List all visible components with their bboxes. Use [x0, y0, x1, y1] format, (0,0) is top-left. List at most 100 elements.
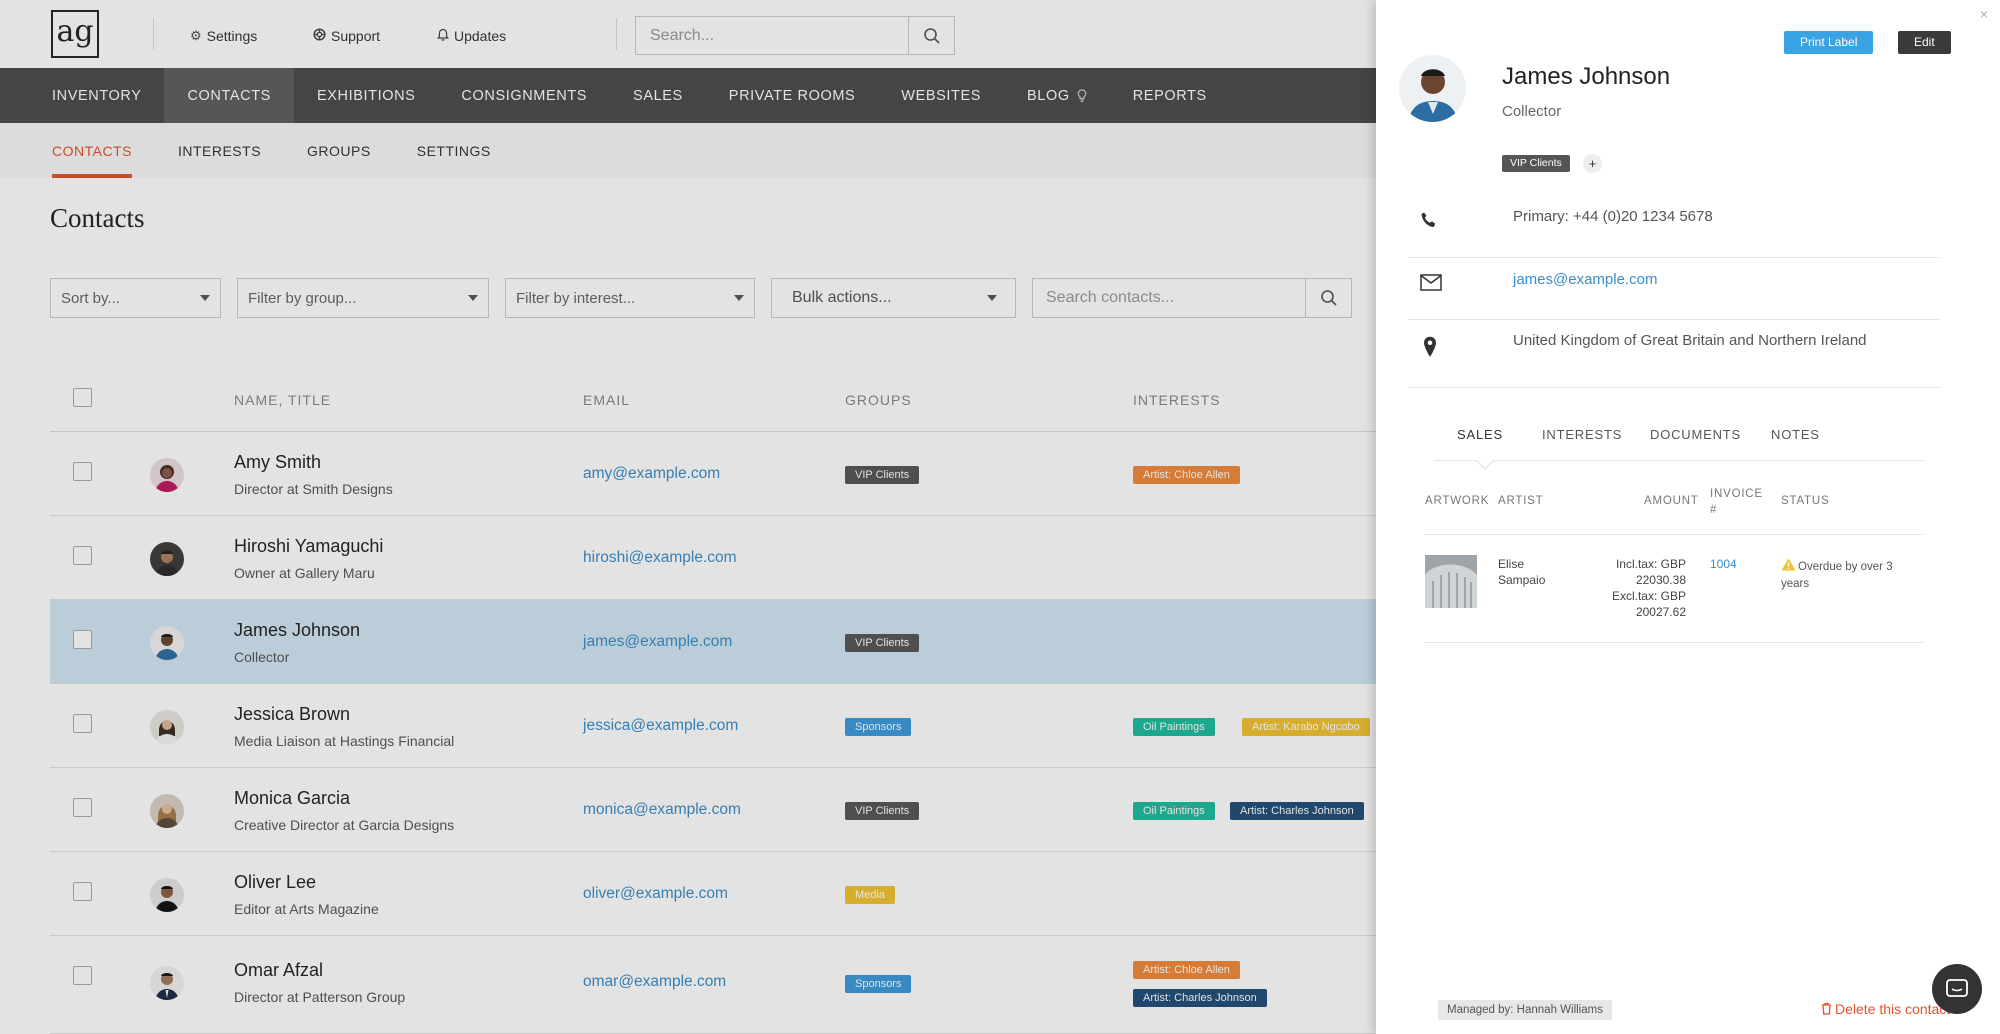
nav-blog[interactable]: BLOG: [1004, 68, 1110, 123]
column-email[interactable]: EMAIL: [583, 392, 630, 408]
search-icon: [1320, 290, 1337, 306]
contact-name: James Johnson: [1502, 63, 1671, 90]
contact-title: Director at Smith Designs: [234, 481, 393, 497]
subnav-settings[interactable]: SETTINGS: [394, 123, 514, 178]
contact-name[interactable]: Monica Garcia: [234, 788, 350, 809]
tab-sales[interactable]: SALES: [1457, 427, 1503, 442]
nav-contacts[interactable]: CONTACTS: [164, 68, 294, 123]
sub-nav: CONTACTS INTERESTS GROUPS SETTINGS: [0, 123, 1376, 178]
global-search-button[interactable]: [908, 17, 954, 54]
table-row[interactable]: Omar Afzal Director at Patterson Group o…: [50, 936, 1376, 1034]
app-logo[interactable]: ag: [51, 10, 99, 58]
nav-exhibitions[interactable]: EXHIBITIONS: [294, 68, 438, 123]
table-row[interactable]: Hiroshi Yamaguchi Owner at Gallery Maru …: [50, 516, 1376, 600]
warning-icon: [1781, 558, 1796, 571]
column-name-title[interactable]: NAME, TITLE: [234, 392, 331, 408]
edit-button[interactable]: Edit: [1898, 31, 1951, 54]
avatar: [150, 458, 184, 492]
table-row[interactable]: Jessica Brown Media Liaison at Hastings …: [50, 684, 1376, 768]
row-checkbox[interactable]: [73, 546, 92, 565]
contact-name[interactable]: Amy Smith: [234, 452, 321, 473]
contact-title: Editor at Arts Magazine: [234, 901, 379, 917]
tab-notes[interactable]: NOTES: [1771, 427, 1820, 442]
table-header: NAME, TITLE EMAIL GROUPS INTERESTS: [50, 370, 1376, 432]
table-row[interactable]: Oliver Lee Editor at Arts Magazine olive…: [50, 852, 1376, 936]
divider: [1424, 534, 1924, 535]
close-icon[interactable]: ×: [1980, 6, 1988, 22]
updates-link[interactable]: Updates: [437, 28, 506, 44]
map-pin-icon: [1424, 336, 1436, 357]
row-checkbox[interactable]: [73, 462, 92, 481]
avatar: [150, 878, 184, 912]
contact-title: Director at Patterson Group: [234, 989, 406, 1005]
table-row[interactable]: Amy Smith Director at Smith Designs amy@…: [50, 432, 1376, 516]
sale-status-line2: years: [1781, 578, 1810, 590]
sales-col-invoice-hash: #: [1710, 504, 1718, 516]
contact-name[interactable]: Oliver Lee: [234, 872, 316, 893]
search-icon: [923, 27, 940, 44]
contact-email[interactable]: jessica@example.com: [583, 717, 738, 735]
page-title: Contacts: [50, 203, 145, 233]
detail-tabs: SALES INTERESTS DOCUMENTS NOTES: [1434, 411, 1924, 470]
sales-col-artwork: ARTWORK: [1425, 495, 1490, 507]
sale-invoice-link[interactable]: 1004: [1710, 556, 1737, 572]
interest-badge: Oil Paintings: [1133, 718, 1215, 736]
email-row: james@example.com: [1408, 258, 1940, 320]
interest-filter-select[interactable]: Filter by interest...: [505, 278, 755, 318]
contact-name[interactable]: Jessica Brown: [234, 704, 350, 725]
contact-search-button[interactable]: [1305, 279, 1351, 317]
add-group-button[interactable]: +: [1583, 154, 1602, 173]
subnav-contacts[interactable]: CONTACTS: [29, 123, 155, 178]
row-checkbox[interactable]: [73, 630, 92, 649]
contact-name[interactable]: Hiroshi Yamaguchi: [234, 536, 383, 557]
settings-link[interactable]: ⚙ Settings: [190, 28, 257, 44]
nav-websites[interactable]: WEBSITES: [878, 68, 1004, 123]
interest-filter-value: Filter by interest...: [516, 289, 636, 307]
contact-email[interactable]: oliver@example.com: [583, 885, 728, 903]
select-all-checkbox[interactable]: [73, 388, 92, 407]
table-row[interactable]: Monica Garcia Creative Director at Garci…: [50, 768, 1376, 852]
subnav-interests[interactable]: INTERESTS: [155, 123, 284, 178]
contact-name[interactable]: Omar Afzal: [234, 960, 323, 981]
sale-status: Overdue by over 3: [1781, 558, 1921, 575]
nav-sales[interactable]: SALES: [610, 68, 706, 123]
support-link[interactable]: Support: [313, 28, 380, 44]
tab-interests[interactable]: INTERESTS: [1542, 427, 1622, 442]
nav-private-rooms[interactable]: PRIVATE ROOMS: [706, 68, 879, 123]
row-checkbox[interactable]: [73, 714, 92, 733]
group-filter-select[interactable]: Filter by group...: [237, 278, 489, 318]
global-search-input[interactable]: [636, 17, 908, 54]
support-label: Support: [331, 28, 381, 44]
contact-email[interactable]: amy@example.com: [583, 465, 720, 483]
column-groups[interactable]: GROUPS: [845, 392, 912, 408]
row-checkbox[interactable]: [73, 882, 92, 901]
nav-reports[interactable]: REPORTS: [1110, 68, 1230, 123]
column-interests[interactable]: INTERESTS: [1133, 392, 1221, 408]
chat-launcher-button[interactable]: [1932, 964, 1982, 1014]
contact-email-link[interactable]: james@example.com: [1513, 271, 1657, 288]
print-label-button[interactable]: Print Label: [1784, 31, 1874, 54]
avatar: [150, 626, 184, 660]
contact-search-input[interactable]: [1033, 279, 1305, 317]
sales-col-amount: AMOUNT: [1644, 495, 1699, 507]
contact-email[interactable]: hiroshi@example.com: [583, 549, 737, 567]
chat-icon: [1946, 979, 1968, 997]
nav-consignments[interactable]: CONSIGNMENTS: [438, 68, 610, 123]
row-checkbox[interactable]: [73, 966, 92, 985]
location-row: United Kingdom of Great Britain and Nort…: [1408, 320, 1940, 388]
contact-email[interactable]: omar@example.com: [583, 973, 726, 991]
contact-email[interactable]: james@example.com: [583, 633, 732, 651]
tab-documents[interactable]: DOCUMENTS: [1650, 427, 1741, 442]
row-checkbox[interactable]: [73, 798, 92, 817]
subnav-groups[interactable]: GROUPS: [284, 123, 394, 178]
sort-select[interactable]: Sort by...: [50, 278, 221, 318]
group-badge: Sponsors: [845, 718, 912, 736]
artwork-thumbnail[interactable]: [1425, 555, 1477, 608]
bulk-actions-select[interactable]: Bulk actions...: [771, 278, 1016, 318]
contact-email[interactable]: monica@example.com: [583, 801, 741, 819]
contact-name[interactable]: James Johnson: [234, 620, 360, 641]
table-row[interactable]: James Johnson Collector james@example.co…: [50, 600, 1376, 684]
contact-title: Creative Director at Garcia Designs: [234, 817, 455, 833]
nav-inventory[interactable]: INVENTORY: [29, 68, 164, 123]
interest-badge: Artist: Karabo Ngcobo: [1242, 718, 1370, 736]
